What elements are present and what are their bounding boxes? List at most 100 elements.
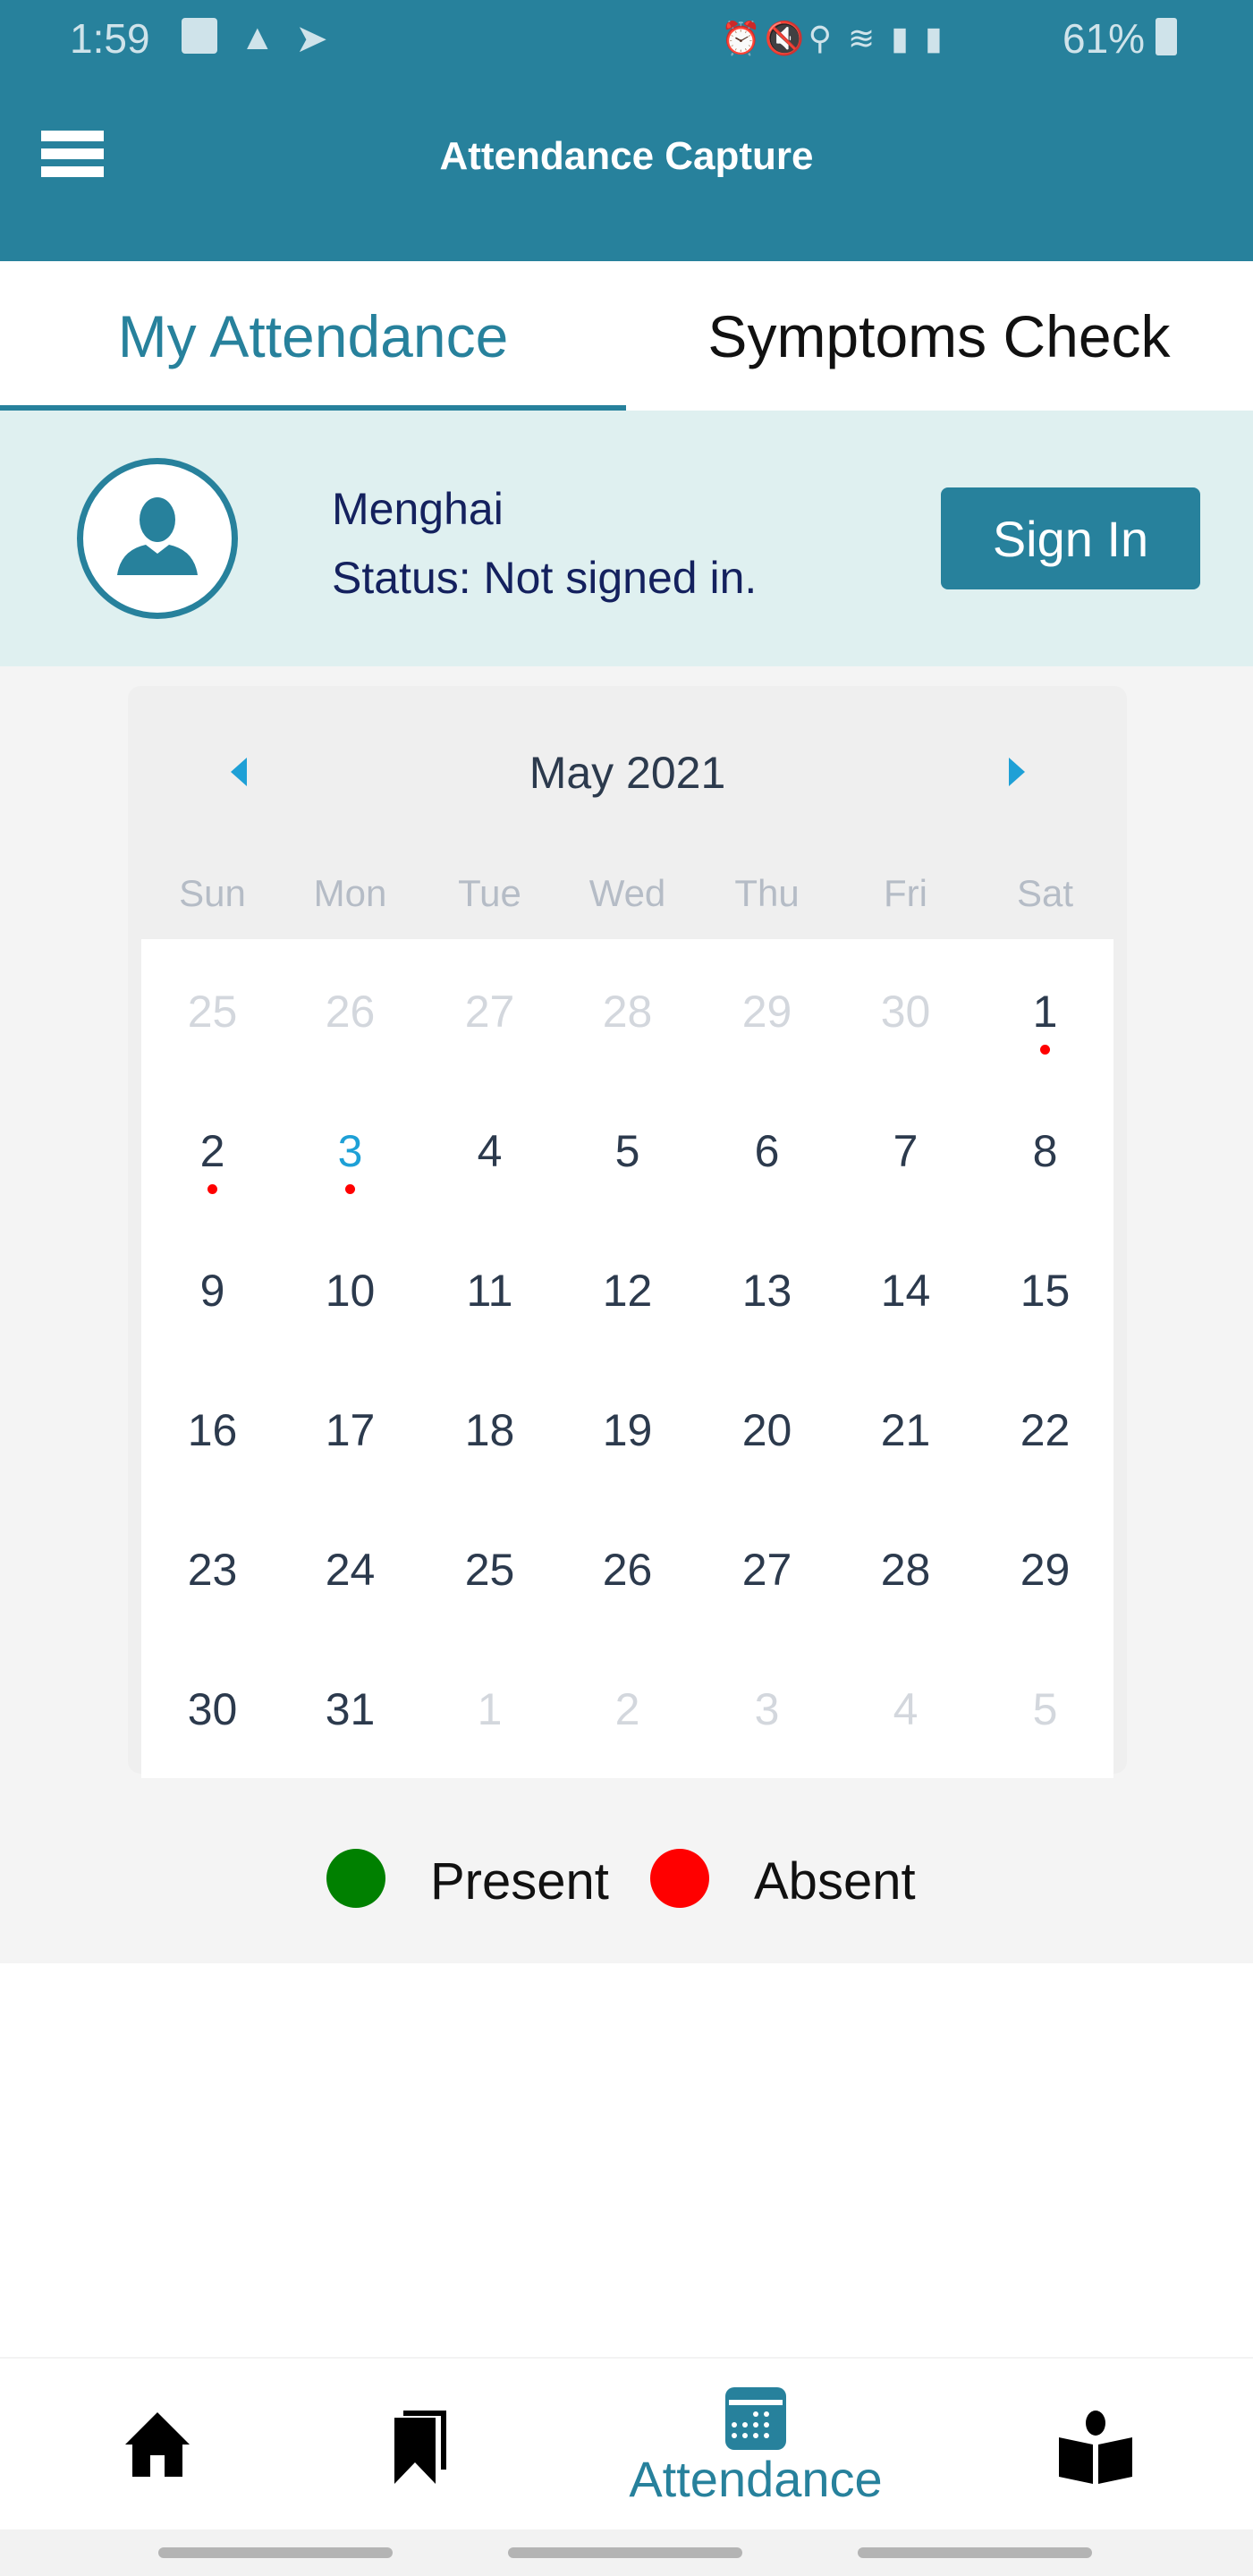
day-number: 23: [187, 1545, 238, 1595]
calendar-day[interactable]: 30: [143, 1637, 282, 1776]
day-number: 1: [477, 1684, 503, 1734]
calendar-day[interactable]: 4: [836, 1637, 975, 1776]
next-month-icon[interactable]: [1009, 758, 1025, 786]
status-time: 1:59: [70, 15, 150, 62]
calendar-day[interactable]: 5: [976, 1637, 1114, 1776]
present-legend-label: Present: [430, 1852, 609, 1911]
absent-marker: [345, 1184, 355, 1194]
nav-home[interactable]: [89, 2359, 224, 2531]
calendar-day[interactable]: 26: [281, 939, 419, 1079]
calendar-day[interactable]: 25: [143, 939, 282, 1079]
calendar-day[interactable]: 27: [698, 1497, 836, 1637]
calendar-day[interactable]: 29: [698, 939, 836, 1079]
send-icon: ➤: [295, 17, 328, 61]
nav-bookmarks[interactable]: [353, 2359, 487, 2531]
nav-attendance[interactable]: Attendance: [581, 2359, 930, 2531]
calendar-day[interactable]: 4: [420, 1079, 559, 1218]
day-number: 26: [602, 1545, 653, 1595]
calendar-day[interactable]: 9: [143, 1218, 282, 1358]
calendar-day[interactable]: 2: [143, 1079, 282, 1218]
calendar-day[interactable]: 27: [420, 939, 559, 1079]
weekday-header: Mon: [313, 872, 387, 914]
day-number: 26: [325, 987, 376, 1037]
day-number: 5: [1032, 1684, 1058, 1734]
day-number: 24: [325, 1545, 376, 1595]
day-number: 22: [1020, 1405, 1071, 1455]
calendar-day[interactable]: 21: [836, 1358, 975, 1497]
absent-legend-label: Absent: [754, 1852, 916, 1911]
image-icon: [182, 18, 217, 54]
day-number: 8: [1032, 1126, 1058, 1176]
day-number: 21: [880, 1405, 931, 1455]
day-number: 13: [741, 1266, 792, 1316]
calendar-day[interactable]: 3: [698, 1637, 836, 1776]
calendar-day[interactable]: 1: [420, 1637, 559, 1776]
calendar-day[interactable]: 17: [281, 1358, 419, 1497]
calendar-day[interactable]: 5: [558, 1079, 697, 1218]
day-number: 15: [1020, 1266, 1071, 1316]
absent-marker: [207, 1184, 217, 1194]
tab-bar: My Attendance Symptoms Check: [0, 261, 1253, 411]
calendar-day[interactable]: 14: [836, 1218, 975, 1358]
day-number: 14: [880, 1266, 931, 1316]
calendar-day[interactable]: 10: [281, 1218, 419, 1358]
weekday-header: Tue: [458, 872, 521, 914]
day-number: 27: [464, 987, 515, 1037]
calendar-day[interactable]: 2: [558, 1637, 697, 1776]
battery-icon: [1156, 18, 1177, 55]
day-number: 16: [187, 1405, 238, 1455]
calendar-day[interactable]: 23: [143, 1497, 282, 1637]
calendar-day[interactable]: 16: [143, 1358, 282, 1497]
day-number: 25: [187, 987, 238, 1037]
present-legend-dot: [326, 1849, 385, 1908]
calendar-grid: 25 26 27 28 29 30 1 2 3 4 5 6 7 8 9 10 11 12 13 14 15 16 17 18 1…: [141, 939, 1113, 1778]
calendar-day[interactable]: 6: [698, 1079, 836, 1218]
calendar-day[interactable]: 13: [698, 1218, 836, 1358]
calendar-day[interactable]: 11: [420, 1218, 559, 1358]
status-bar: 1:59 ▲ ➤ ⏰🔇⚲ ≋ ▮ ▮ 61%: [0, 0, 1253, 80]
calendar-day[interactable]: 22: [976, 1358, 1114, 1497]
calendar-day[interactable]: 28: [836, 1497, 975, 1637]
absent-marker: [1040, 1045, 1050, 1055]
calendar-day[interactable]: 26: [558, 1497, 697, 1637]
day-number: 28: [602, 987, 653, 1037]
calendar-day[interactable]: 3: [281, 1079, 419, 1218]
day-number: 5: [614, 1126, 640, 1176]
day-number: 28: [880, 1545, 931, 1595]
calendar-day[interactable]: 20: [698, 1358, 836, 1497]
sign-in-button[interactable]: Sign In: [941, 487, 1200, 589]
calendar-day[interactable]: 30: [836, 939, 975, 1079]
day-number: 18: [464, 1405, 515, 1455]
prev-month-icon[interactable]: [231, 758, 247, 786]
calendar-day[interactable]: 25: [420, 1497, 559, 1637]
calendar-month-label: May 2021: [529, 748, 726, 798]
day-number: 2: [614, 1684, 640, 1734]
calendar-day[interactable]: 19: [558, 1358, 697, 1497]
day-number: 3: [754, 1684, 780, 1734]
avatar: [77, 458, 238, 619]
day-number: 4: [893, 1684, 919, 1734]
tab-my-attendance[interactable]: My Attendance: [0, 261, 626, 411]
weekday-header: Sat: [1016, 872, 1074, 914]
calendar-day[interactable]: 31: [281, 1637, 419, 1776]
bottom-nav: Attendance: [0, 2357, 1253, 2529]
absent-legend-dot: [650, 1849, 709, 1908]
calendar-day[interactable]: 29: [976, 1497, 1114, 1637]
user-name: Menghai: [332, 484, 504, 534]
calendar-day[interactable]: 7: [836, 1079, 975, 1218]
nav-learning[interactable]: [1029, 2359, 1163, 2531]
nav-attendance-label: Attendance: [629, 2451, 883, 2507]
calendar-day[interactable]: 1: [976, 939, 1114, 1079]
weekday-header: Sun: [179, 872, 246, 914]
calendar-day[interactable]: 8: [976, 1079, 1114, 1218]
bookmark-icon: [394, 2411, 446, 2484]
calendar-day[interactable]: 24: [281, 1497, 419, 1637]
calendar-day[interactable]: 18: [420, 1358, 559, 1497]
calendar-day[interactable]: 12: [558, 1218, 697, 1358]
reading-icon: [1059, 2411, 1132, 2484]
calendar-day[interactable]: 15: [976, 1218, 1114, 1358]
day-number: 11: [466, 1266, 513, 1316]
day-number: 19: [602, 1405, 653, 1455]
calendar-day[interactable]: 28: [558, 939, 697, 1079]
tab-symptoms-check[interactable]: Symptoms Check: [626, 261, 1252, 411]
